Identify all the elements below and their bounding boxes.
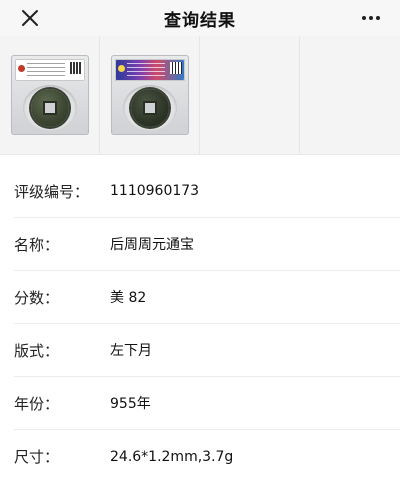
detail-label: 尺寸： <box>14 448 60 466</box>
detail-label: 版式： <box>14 341 60 360</box>
detail-row-grade-number: 评级编号： 1110960173 <box>14 165 400 218</box>
detail-label: 年份： <box>14 394 60 413</box>
details-list: 评级编号： 1110960173 名称： 后周周元通宝 分数： 美 82 版式：… <box>0 155 400 483</box>
image-slot-empty <box>200 36 300 154</box>
detail-label: 评级编号： <box>14 182 90 201</box>
coin-image-back[interactable] <box>100 36 200 154</box>
detail-value: 955年 <box>110 396 151 412</box>
detail-value: 24.6*1.2mm,3.7g <box>110 448 234 465</box>
detail-label: 名称： <box>14 235 60 254</box>
page-title: 查询结果 <box>164 10 236 31</box>
detail-row-name: 名称： 后周周元通宝 <box>14 218 400 271</box>
image-gallery <box>0 36 400 155</box>
detail-value: 后周周元通宝 <box>110 237 194 253</box>
detail-row-year: 年份： 955年 <box>14 377 400 430</box>
detail-label: 分数： <box>14 288 60 307</box>
navigation-bar: 查询结果 <box>0 0 400 36</box>
detail-value: 美 82 <box>110 290 147 306</box>
close-icon[interactable] <box>18 6 42 30</box>
more-icon[interactable] <box>358 8 384 28</box>
detail-row-size: 尺寸： 24.6*1.2mm,3.7g <box>14 430 400 483</box>
coin-image-front[interactable] <box>0 36 100 154</box>
detail-value: 左下月 <box>110 343 152 359</box>
detail-value: 1110960173 <box>110 183 200 199</box>
detail-row-variety: 版式： 左下月 <box>14 324 400 377</box>
detail-row-score: 分数： 美 82 <box>14 271 400 324</box>
